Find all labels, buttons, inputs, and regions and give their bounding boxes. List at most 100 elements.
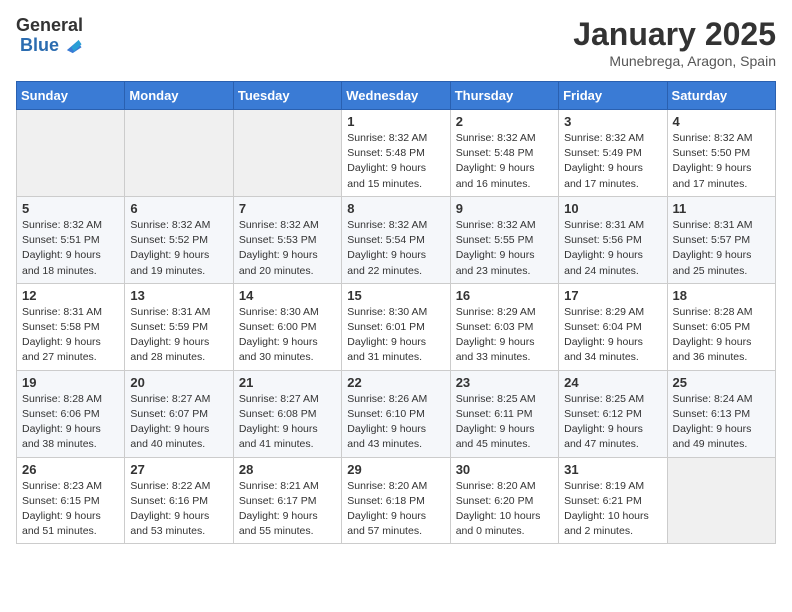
day-info: Sunrise: 8:32 AM Sunset: 5:51 PM Dayligh… [22,218,119,279]
calendar-table: SundayMondayTuesdayWednesdayThursdayFrid… [16,81,776,544]
col-header-friday: Friday [559,82,667,110]
calendar-cell: 9 Sunrise: 8:32 AM Sunset: 5:55 PM Daylig… [450,196,558,283]
calendar-cell: 20Sunrise: 8:27 AM Sunset: 6:07 PM Dayli… [125,370,233,457]
day-number: 3 [564,114,661,129]
calendar-cell [667,457,775,544]
day-info: Sunrise: 8:25 AM Sunset: 6:11 PM Dayligh… [456,392,553,453]
calendar-cell: 4Sunrise: 8:32 AM Sunset: 5:50 PM Daylig… [667,110,775,197]
day-number: 6 [130,201,227,216]
day-number: 16 [456,288,553,303]
day-number: 30 [456,462,553,477]
calendar-cell: 18 Sunrise: 8:28 AM Sunset: 6:05 PM Dayli… [667,283,775,370]
day-number: 11 [673,201,770,216]
calendar-cell: 10 Sunrise: 8:31 AM Sunset: 5:56 PM Dayli… [559,196,667,283]
calendar-week-row: 12 Sunrise: 8:31 AM Sunset: 5:58 PM Dayli… [17,283,776,370]
day-number: 9 [456,201,553,216]
day-number: 19 [22,375,119,390]
day-number: 2 [456,114,553,129]
calendar-cell [233,110,341,197]
day-info: Sunrise: 8:32 AM Sunset: 5:54 PM Dayligh… [347,218,444,279]
calendar-title-area: January 2025 Munebrega, Aragon, Spain [573,16,776,69]
day-info: Sunrise: 8:21 AM Sunset: 6:17 PM Dayligh… [239,479,336,540]
day-number: 29 [347,462,444,477]
calendar-cell: 1Sunrise: 8:32 AM Sunset: 5:48 PM Daylig… [342,110,450,197]
calendar-cell: 28 Sunrise: 8:21 AM Sunset: 6:17 PM Dayli… [233,457,341,544]
calendar-week-row: 5Sunrise: 8:32 AM Sunset: 5:51 PM Daylig… [17,196,776,283]
day-info: Sunrise: 8:31 AM Sunset: 5:56 PM Dayligh… [564,218,661,279]
calendar-header-row: SundayMondayTuesdayWednesdayThursdayFrid… [17,82,776,110]
day-info: Sunrise: 8:20 AM Sunset: 6:18 PM Dayligh… [347,479,444,540]
day-number: 27 [130,462,227,477]
day-info: Sunrise: 8:30 AM Sunset: 6:01 PM Dayligh… [347,305,444,366]
day-info: Sunrise: 8:30 AM Sunset: 6:00 PM Dayligh… [239,305,336,366]
day-number: 13 [130,288,227,303]
day-number: 20 [130,375,227,390]
calendar-cell: 7 Sunrise: 8:32 AM Sunset: 5:53 PM Daylig… [233,196,341,283]
day-info: Sunrise: 8:22 AM Sunset: 6:16 PM Dayligh… [130,479,227,540]
day-number: 22 [347,375,444,390]
calendar-cell: 26Sunrise: 8:23 AM Sunset: 6:15 PM Dayli… [17,457,125,544]
day-number: 21 [239,375,336,390]
calendar-cell: 23 Sunrise: 8:25 AM Sunset: 6:11 PM Dayli… [450,370,558,457]
calendar-month-year: January 2025 [573,16,776,53]
day-number: 28 [239,462,336,477]
calendar-week-row: 19 Sunrise: 8:28 AM Sunset: 6:06 PM Dayli… [17,370,776,457]
day-info: Sunrise: 8:28 AM Sunset: 6:05 PM Dayligh… [673,305,770,366]
col-header-tuesday: Tuesday [233,82,341,110]
logo: General Blue [16,16,83,56]
col-header-wednesday: Wednesday [342,82,450,110]
day-number: 18 [673,288,770,303]
day-info: Sunrise: 8:31 AM Sunset: 5:59 PM Dayligh… [130,305,227,366]
calendar-cell: 31 Sunrise: 8:19 AM Sunset: 6:21 PM Dayli… [559,457,667,544]
day-info: Sunrise: 8:32 AM Sunset: 5:50 PM Dayligh… [673,131,770,192]
col-header-monday: Monday [125,82,233,110]
day-info: Sunrise: 8:31 AM Sunset: 5:58 PM Dayligh… [22,305,119,366]
day-number: 23 [456,375,553,390]
calendar-week-row: 1Sunrise: 8:32 AM Sunset: 5:48 PM Daylig… [17,110,776,197]
day-info: Sunrise: 8:32 AM Sunset: 5:55 PM Dayligh… [456,218,553,279]
calendar-cell: 13 Sunrise: 8:31 AM Sunset: 5:59 PM Dayli… [125,283,233,370]
day-info: Sunrise: 8:32 AM Sunset: 5:52 PM Dayligh… [130,218,227,279]
day-info: Sunrise: 8:32 AM Sunset: 5:48 PM Dayligh… [347,131,444,192]
calendar-cell [125,110,233,197]
day-info: Sunrise: 8:25 AM Sunset: 6:12 PM Dayligh… [564,392,661,453]
calendar-cell: 24 Sunrise: 8:25 AM Sunset: 6:12 PM Dayli… [559,370,667,457]
calendar-cell [17,110,125,197]
calendar-cell: 17Sunrise: 8:29 AM Sunset: 6:04 PM Dayli… [559,283,667,370]
calendar-cell: 30 Sunrise: 8:20 AM Sunset: 6:20 PM Dayli… [450,457,558,544]
day-info: Sunrise: 8:32 AM Sunset: 5:49 PM Dayligh… [564,131,661,192]
calendar-cell: 8Sunrise: 8:32 AM Sunset: 5:54 PM Daylig… [342,196,450,283]
calendar-cell: 29 Sunrise: 8:20 AM Sunset: 6:18 PM Dayli… [342,457,450,544]
day-info: Sunrise: 8:32 AM Sunset: 5:48 PM Dayligh… [456,131,553,192]
calendar-cell: 11 Sunrise: 8:31 AM Sunset: 5:57 PM Dayli… [667,196,775,283]
day-info: Sunrise: 8:32 AM Sunset: 5:53 PM Dayligh… [239,218,336,279]
day-info: Sunrise: 8:24 AM Sunset: 6:13 PM Dayligh… [673,392,770,453]
day-info: Sunrise: 8:28 AM Sunset: 6:06 PM Dayligh… [22,392,119,453]
day-number: 15 [347,288,444,303]
day-info: Sunrise: 8:26 AM Sunset: 6:10 PM Dayligh… [347,392,444,453]
col-header-thursday: Thursday [450,82,558,110]
day-number: 31 [564,462,661,477]
day-info: Sunrise: 8:27 AM Sunset: 6:08 PM Dayligh… [239,392,336,453]
day-info: Sunrise: 8:19 AM Sunset: 6:21 PM Dayligh… [564,479,661,540]
calendar-cell: 19 Sunrise: 8:28 AM Sunset: 6:06 PM Dayli… [17,370,125,457]
day-info: Sunrise: 8:20 AM Sunset: 6:20 PM Dayligh… [456,479,553,540]
calendar-cell: 2 Sunrise: 8:32 AM Sunset: 5:48 PM Daylig… [450,110,558,197]
calendar-location: Munebrega, Aragon, Spain [573,53,776,69]
day-number: 10 [564,201,661,216]
logo-blue: Blue [20,36,59,54]
day-number: 7 [239,201,336,216]
day-info: Sunrise: 8:29 AM Sunset: 6:04 PM Dayligh… [564,305,661,366]
day-number: 24 [564,375,661,390]
day-number: 25 [673,375,770,390]
calendar-week-row: 26Sunrise: 8:23 AM Sunset: 6:15 PM Dayli… [17,457,776,544]
calendar-cell: 16Sunrise: 8:29 AM Sunset: 6:03 PM Dayli… [450,283,558,370]
col-header-sunday: Sunday [17,82,125,110]
calendar-cell: 21 Sunrise: 8:27 AM Sunset: 6:08 PM Dayli… [233,370,341,457]
calendar-cell: 22 Sunrise: 8:26 AM Sunset: 6:10 PM Dayli… [342,370,450,457]
day-number: 12 [22,288,119,303]
col-header-saturday: Saturday [667,82,775,110]
calendar-cell: 15 Sunrise: 8:30 AM Sunset: 6:01 PM Dayli… [342,283,450,370]
calendar-cell: 5Sunrise: 8:32 AM Sunset: 5:51 PM Daylig… [17,196,125,283]
day-info: Sunrise: 8:31 AM Sunset: 5:57 PM Dayligh… [673,218,770,279]
